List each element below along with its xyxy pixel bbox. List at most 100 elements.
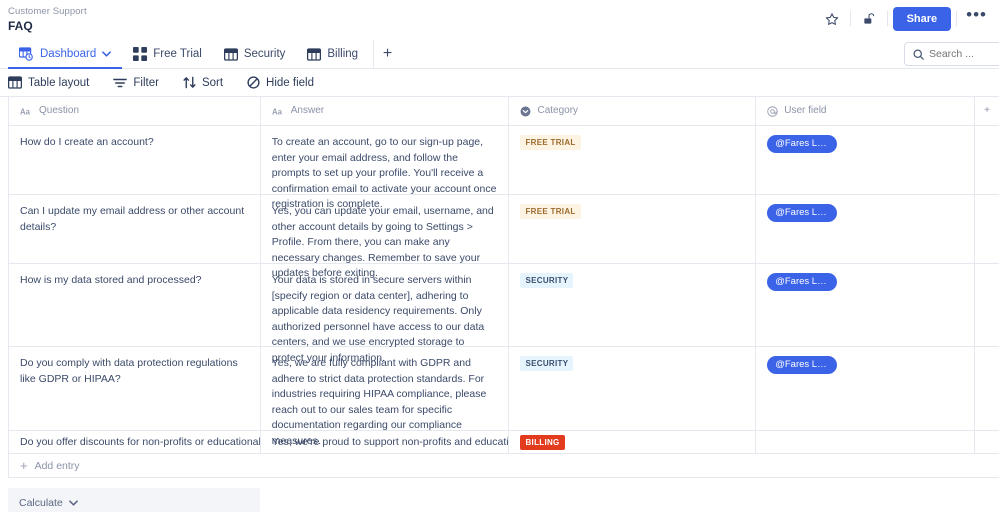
column-header-user-field[interactable]: User field: [756, 97, 976, 125]
search-box[interactable]: [904, 42, 999, 66]
blocks-icon: [133, 47, 148, 61]
add-entry-button[interactable]: + Add entry: [9, 454, 999, 478]
table-layout-button[interactable]: Table layout: [8, 76, 101, 89]
table-row[interactable]: How do I create an account? To create an…: [9, 126, 999, 210]
tab-free-trial[interactable]: Free Trial: [122, 40, 213, 68]
data-table: Aa Question Aa Answer Category User fiel…: [8, 97, 999, 478]
cell-user[interactable]: @Fares Lar...: [756, 195, 976, 263]
page-header: Customer Support FAQ Share •••: [0, 0, 999, 40]
tab-label: Security: [243, 48, 286, 60]
row-end-spacer: [975, 431, 999, 453]
add-entry-label: Add entry: [34, 459, 80, 472]
tab-billing[interactable]: Billing: [296, 40, 369, 68]
search-input[interactable]: [929, 48, 999, 60]
divider: [849, 11, 851, 26]
column-header-answer[interactable]: Aa Answer: [261, 97, 510, 125]
tool-label: Sort: [201, 76, 224, 89]
cell-answer[interactable]: To create an account, go to our sign-up …: [261, 126, 510, 210]
user-chip: @Fares Lar...: [767, 135, 838, 153]
column-header-question[interactable]: Aa Question: [9, 97, 261, 125]
column-label: Answer: [290, 105, 325, 117]
tab-security[interactable]: Security: [213, 40, 297, 68]
star-icon[interactable]: [819, 6, 845, 32]
tool-label: Filter: [133, 76, 159, 89]
view-tabs: Dashboard Free Trial Security Billing + …: [0, 40, 999, 69]
sort-button[interactable]: Sort: [183, 76, 235, 89]
cell-question[interactable]: Do you offer discounts for non-profits o…: [9, 431, 261, 453]
hide-field-icon: [247, 76, 260, 89]
column-header-category[interactable]: Category: [509, 97, 757, 125]
column-label: Question: [39, 105, 80, 117]
svg-text:Aa: Aa: [272, 107, 283, 116]
table-row[interactable]: Can I update my email address or other a…: [9, 195, 999, 279]
column-label: Category: [537, 105, 579, 117]
filter-icon: [113, 77, 128, 89]
divider: [956, 11, 958, 26]
cell-question[interactable]: How is my data stored and processed?: [9, 264, 261, 346]
cell-user[interactable]: @Fares Lar...: [756, 126, 976, 194]
tool-label: Hide field: [266, 76, 314, 89]
status-badge: SECURITY: [520, 273, 574, 288]
cell-question[interactable]: Can I update my email address or other a…: [9, 195, 261, 263]
cell-question[interactable]: Do you comply with data protection regul…: [9, 347, 261, 430]
cell-user[interactable]: @Fares Lar...: [756, 264, 976, 346]
add-column-button[interactable]: +: [975, 97, 999, 125]
divider: [886, 11, 888, 26]
chevron-down-icon[interactable]: [102, 51, 112, 57]
status-badge: BILLING: [520, 435, 565, 450]
calculate-label: Calculate: [19, 496, 63, 509]
cell-category[interactable]: FREE TRIAL: [509, 195, 757, 263]
tab-label: Billing: [327, 48, 359, 60]
sort-icon: [183, 76, 196, 89]
user-chip: @Fares Lar...: [767, 204, 838, 222]
status-badge: FREE TRIAL: [520, 204, 581, 219]
chevron-down-icon[interactable]: [68, 499, 78, 506]
add-view-button[interactable]: +: [373, 40, 401, 68]
row-end-spacer: [975, 126, 999, 194]
tab-dashboard[interactable]: Dashboard: [8, 40, 123, 69]
table-row[interactable]: Do you offer discounts for non-profits o…: [9, 431, 999, 454]
table-container: Aa Question Aa Answer Category User fiel…: [0, 97, 999, 512]
cell-answer[interactable]: Yes, we're proud to support non-profits …: [261, 431, 510, 453]
cell-question[interactable]: How do I create an account?: [9, 126, 261, 194]
cell-answer[interactable]: Yes, we are fully compliant with GDPR an…: [261, 347, 510, 447]
filter-button[interactable]: Filter: [113, 77, 171, 89]
cell-answer[interactable]: Your data is stored in secure servers wi…: [261, 264, 510, 364]
search-icon: [913, 48, 924, 60]
at-mention-icon: [767, 105, 778, 117]
grid-icon: [223, 47, 238, 61]
tool-label: Table layout: [28, 76, 90, 89]
lock-open-icon[interactable]: [856, 6, 882, 32]
tab-label: Free Trial: [153, 48, 202, 60]
user-chip: @Fares Lar...: [767, 273, 838, 291]
plus-icon: +: [20, 458, 28, 473]
table-icon: [8, 76, 22, 89]
row-end-spacer: [975, 195, 999, 263]
text-field-icon: Aa: [20, 107, 33, 116]
row-end-spacer: [975, 264, 999, 346]
hide-field-button[interactable]: Hide field: [247, 76, 326, 89]
cell-user[interactable]: [756, 431, 976, 453]
table-header-row: Aa Question Aa Answer Category User fiel…: [9, 97, 999, 126]
select-field-icon: [520, 106, 531, 117]
table-toolbar: Table layout Filter Sort Hide field: [0, 69, 999, 97]
table-row[interactable]: How is my data stored and processed? You…: [9, 264, 999, 364]
svg-text:Aa: Aa: [20, 107, 31, 116]
cell-category[interactable]: SECURITY: [509, 264, 757, 346]
status-badge: SECURITY: [520, 356, 574, 371]
share-button[interactable]: Share: [892, 6, 952, 31]
column-label: User field: [784, 105, 827, 117]
cell-category[interactable]: SECURITY: [509, 347, 757, 430]
user-chip: @Fares Lar...: [767, 356, 838, 374]
cell-category[interactable]: FREE TRIAL: [509, 126, 757, 194]
cell-answer[interactable]: Yes, you can update your email, username…: [261, 195, 510, 279]
grid-icon: [307, 47, 322, 61]
row-end-spacer: [975, 347, 999, 430]
calculate-bar[interactable]: Calculate: [8, 488, 260, 512]
cell-category[interactable]: BILLING: [509, 431, 757, 453]
table-row[interactable]: Do you comply with data protection regul…: [9, 347, 999, 447]
text-field-icon: Aa: [272, 107, 285, 116]
cell-user[interactable]: @Fares Lar...: [756, 347, 976, 430]
header-actions: Share •••: [819, 5, 991, 32]
more-options-button[interactable]: •••: [962, 5, 991, 32]
